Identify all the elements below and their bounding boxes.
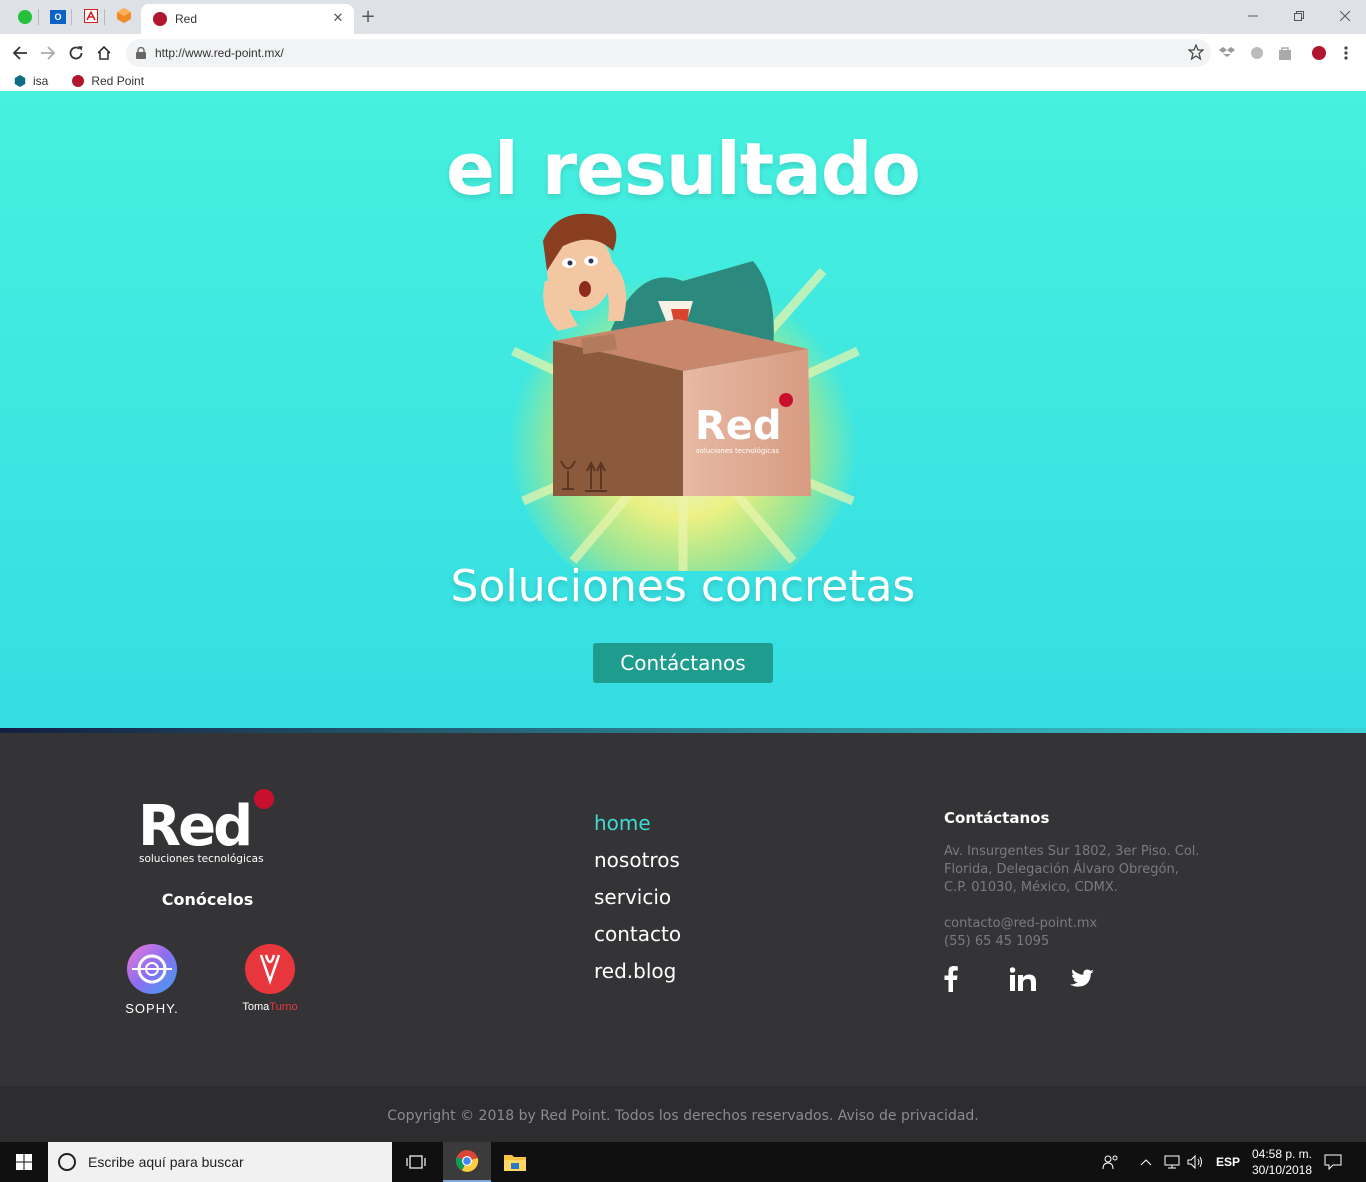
outlook-icon: O xyxy=(50,10,66,24)
cortana-circle-icon xyxy=(58,1153,76,1171)
footer-nav-contacto[interactable]: contacto xyxy=(594,920,681,957)
contact-cta-button[interactable]: Contáctanos xyxy=(593,643,773,683)
facebook-icon[interactable] xyxy=(944,965,984,993)
url-text: http://www.red-point.mx/ xyxy=(155,46,284,60)
logo-word: Red xyxy=(138,794,250,859)
footer-nav: home nosotros servicio contacto red.blog xyxy=(594,809,681,994)
menu-kebab-icon[interactable] xyxy=(1337,44,1355,62)
conocelos-heading: Conócelos xyxy=(161,890,254,909)
minimize-button[interactable] xyxy=(1230,4,1276,28)
clock-date: 30/10/2018 xyxy=(1251,1163,1313,1177)
adobe-icon xyxy=(84,8,98,27)
chrome-taskbar-icon[interactable] xyxy=(443,1142,491,1182)
footer-nav-home[interactable]: home xyxy=(594,809,681,846)
home-button[interactable] xyxy=(92,41,116,65)
hero-title: el resultado xyxy=(446,127,921,211)
forward-button[interactable] xyxy=(36,41,60,65)
people-icon[interactable] xyxy=(1102,1142,1120,1182)
contact-heading: Contáctanos xyxy=(944,809,1050,827)
bookmark-red-point[interactable]: Red Point xyxy=(72,74,144,88)
close-window-button[interactable] xyxy=(1322,4,1366,28)
tab-red[interactable]: Red ✕ xyxy=(141,4,354,34)
tab-strip: O Red ✕ + xyxy=(0,0,1366,34)
sophy-logo-icon xyxy=(127,944,177,994)
tomaturno-partner-link[interactable]: TomaTurno xyxy=(232,943,308,1013)
surprised-man-box-illustration: Red soluciones tecnológicas xyxy=(508,213,860,571)
bag-extension-icon[interactable] xyxy=(1276,44,1294,62)
windows-start-icon[interactable] xyxy=(0,1142,48,1182)
tomaturno-logo-icon xyxy=(245,944,295,994)
tab-title: Red xyxy=(175,12,198,26)
notifications-icon[interactable] xyxy=(1324,1142,1342,1182)
pinned-tab-cube[interactable] xyxy=(110,6,138,28)
red-point-favicon xyxy=(72,74,85,87)
red-extension-icon[interactable] xyxy=(1310,44,1328,62)
box-tagline-text: soluciones tecnológicas xyxy=(696,447,779,455)
hero-subtitle: Soluciones concretas xyxy=(450,561,916,612)
sophy-partner-link[interactable]: SOPHY. xyxy=(114,943,190,1016)
contact-email[interactable]: contacto@red-point.mx xyxy=(944,915,1204,933)
logo-tagline: soluciones tecnológicas xyxy=(139,853,264,865)
network-icon[interactable] xyxy=(1164,1142,1180,1182)
search-placeholder: Escribe aquí para buscar xyxy=(88,1154,244,1170)
bookmark-label: isa xyxy=(33,73,49,88)
bookmark-isa[interactable]: isa xyxy=(14,74,48,88)
reload-button[interactable] xyxy=(64,41,88,65)
footer-nav-nosotros[interactable]: nosotros xyxy=(594,846,681,883)
new-tab-button[interactable]: + xyxy=(358,6,378,27)
lock-icon xyxy=(136,47,146,59)
clock-time: 04:58 p. m. xyxy=(1251,1147,1313,1161)
sophy-label: SOPHY. xyxy=(125,1001,179,1016)
linkedin-icon[interactable] xyxy=(1003,965,1043,993)
box-brand-text: Red xyxy=(695,403,782,449)
hexagon-icon xyxy=(14,74,26,87)
address-line: Av. Insurgentes Sur 1802, 3er Piso. Col. xyxy=(944,844,1200,859)
grey-dot-extension-icon[interactable] xyxy=(1248,44,1266,62)
red-logo[interactable]: Red soluciones tecnológicas xyxy=(138,788,278,868)
browser-toolbar: http://www.red-point.mx/ xyxy=(0,34,1366,71)
footer-contact: Contáctanos Av. Insurgentes Sur 1802, 3e… xyxy=(944,809,1204,951)
close-tab-icon[interactable]: ✕ xyxy=(330,11,346,27)
bookmark-star-icon[interactable] xyxy=(1187,43,1205,64)
task-view-icon[interactable] xyxy=(392,1142,440,1182)
back-button[interactable] xyxy=(8,41,32,65)
address-line: Florida, Delegación Álvaro Obregón, xyxy=(944,862,1179,877)
language-indicator[interactable]: ESP xyxy=(1216,1142,1240,1182)
tray-chevron-icon[interactable] xyxy=(1140,1142,1152,1182)
file-explorer-icon[interactable] xyxy=(491,1142,539,1182)
cube-icon xyxy=(117,7,131,27)
red-point-favicon xyxy=(153,12,167,26)
pinned-tab-adobe[interactable] xyxy=(77,6,105,28)
footer-nav-servicio[interactable]: servicio xyxy=(594,883,681,920)
pinned-tab-whatsapp[interactable] xyxy=(11,6,39,28)
contact-phone: (55) 65 45 1095 xyxy=(944,934,1050,949)
dropbox-extension-icon[interactable] xyxy=(1218,44,1236,62)
social-links xyxy=(944,965,1121,993)
taskbar-search-input[interactable]: Escribe aquí para buscar xyxy=(48,1142,392,1182)
site-footer: Red soluciones tecnológicas Conócelos SO… xyxy=(0,733,1366,1086)
tomaturno-label: TomaTurno xyxy=(242,1001,298,1013)
twitter-icon[interactable] xyxy=(1062,965,1102,993)
windows-taskbar: Escribe aquí para buscar ESP 04:58 p. m.… xyxy=(0,1142,1366,1182)
pinned-tab-outlook[interactable]: O xyxy=(44,6,72,28)
copyright-bar: Copyright © 2018 by Red Point. Todos los… xyxy=(0,1086,1366,1142)
bookmark-label: Red Point xyxy=(91,73,145,88)
address-bar[interactable]: http://www.red-point.mx/ xyxy=(126,39,1211,67)
address-line: C.P. 01030, México, CDMX. xyxy=(944,880,1118,895)
restore-button[interactable] xyxy=(1276,4,1322,28)
whatsapp-icon xyxy=(18,10,32,24)
hero-section: el resultado Red soluciones tecnológicas… xyxy=(0,91,1366,729)
footer-nav-blog[interactable]: red.blog xyxy=(594,957,681,994)
taskbar-clock[interactable]: 04:58 p. m. 30/10/2018 xyxy=(1246,1146,1318,1178)
volume-icon[interactable] xyxy=(1187,1142,1205,1182)
bookmarks-bar: isa Red Point xyxy=(0,70,1366,91)
